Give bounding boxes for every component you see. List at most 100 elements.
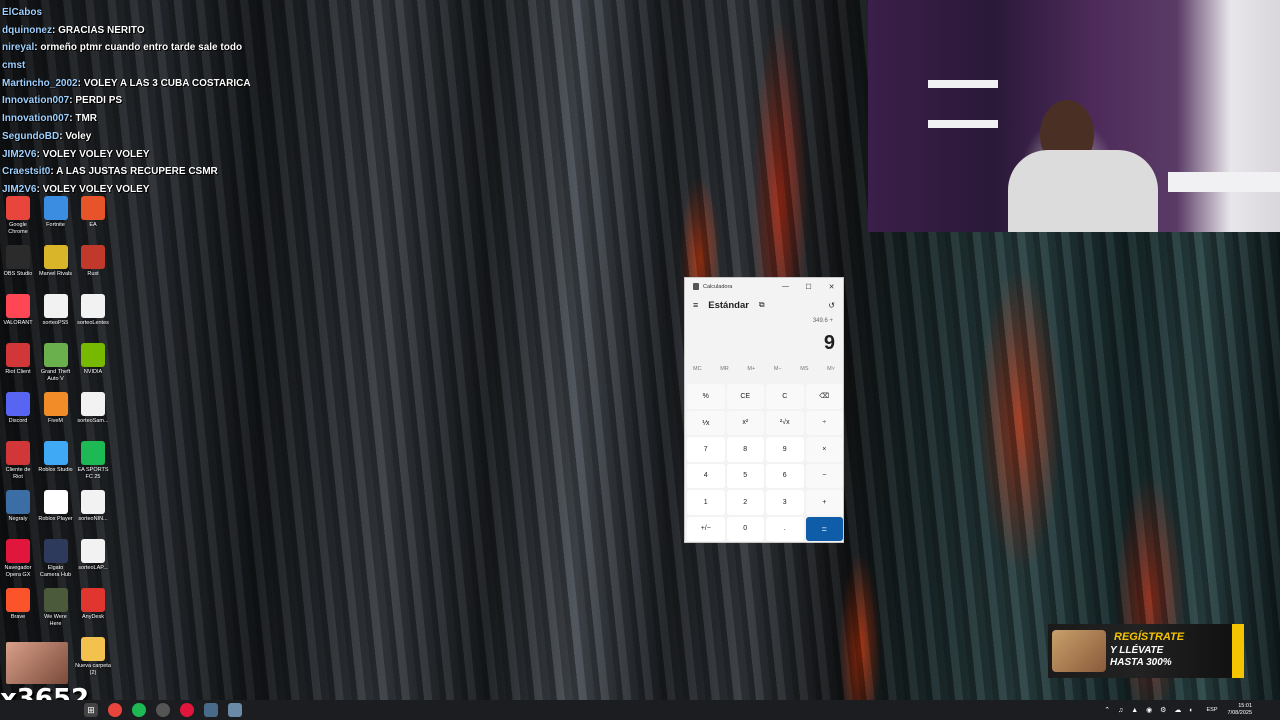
desktop-icon[interactable]: FiveM (38, 392, 74, 425)
memory-button[interactable]: M− (774, 366, 782, 378)
calculator-key[interactable]: 4 (687, 463, 725, 488)
calculator-keypad: % CE C ⌫ ⅟x x² ²√x ÷ 7 8 9 × 4 5 6− 1 2 3 + +/− 0. = (685, 378, 843, 541)
chat-message: nireyal: ormeño ptmr cuando entro tarde … (2, 39, 262, 57)
calculator-key[interactable]: +/− (687, 516, 725, 541)
desktop-icon[interactable]: Roblox Studio (38, 441, 74, 474)
calculator-key[interactable]: ⌫ (805, 384, 843, 409)
desktop-icon[interactable]: VALORANT (0, 294, 36, 327)
calculator-key[interactable]: ²√x (766, 410, 804, 435)
hamburger-menu-icon[interactable]: ≡ (693, 300, 698, 310)
promo-banner[interactable]: REGÍSTRATE Y LLÉVATE HASTA 300% (1048, 624, 1244, 678)
desktop-icon[interactable]: OBS Studio (0, 245, 36, 278)
desktop-icon[interactable]: Elgato Camera Hub (38, 539, 74, 579)
window-title: Calculadora (703, 283, 733, 290)
memory-button[interactable]: MS (800, 366, 808, 378)
desktop-icon[interactable]: Navegador Opera GX (0, 539, 36, 579)
desktop-icon-label: sorteoPS5 (42, 320, 69, 326)
desktop-icon[interactable]: Negraly (0, 490, 36, 523)
calculator-expression: 349.6 + (812, 318, 833, 324)
equals-button[interactable]: = (805, 516, 843, 541)
tray-icons[interactable]: ⌃ ♫ ▲ ◉ ⚙ ☁ ◐ (1104, 706, 1196, 714)
desktop-icon[interactable]: sorteoNIN... (75, 490, 111, 523)
calculator-window[interactable]: Calculadora — ☐ ✕ ≡ Estándar ⧉ ↺ 349.6 +… (684, 277, 844, 543)
desktop-icon[interactable]: Fortnite (38, 196, 74, 229)
desktop-icon[interactable]: EA SPORTS FC 25 (75, 441, 111, 481)
desktop-icon[interactable]: Riot Client (0, 343, 36, 376)
chat-message: SegundoBD: Voley (2, 128, 262, 146)
start-icon[interactable]: ⊞ (84, 703, 98, 717)
calculator-key[interactable]: CE (726, 384, 764, 409)
calculator-key[interactable]: 9 (766, 437, 804, 462)
desktop-icon[interactable]: Google Chrome (0, 196, 36, 236)
calculator-key[interactable]: % (687, 384, 725, 409)
desktop-icon[interactable]: Rust (75, 245, 111, 278)
keep-on-top-icon[interactable]: ⧉ (759, 300, 765, 310)
calculator-titlebar[interactable]: Calculadora — ☐ ✕ (685, 278, 843, 295)
promo-line-2: Y LLÉVATE (1110, 645, 1164, 656)
calculator-taskbar-icon[interactable] (204, 703, 218, 717)
desktop-icon-label: Rust (87, 271, 99, 277)
desktop-icon[interactable]: Marvel Rivals (38, 245, 74, 278)
desktop-icon[interactable]: AnyDesk (75, 588, 111, 621)
desktop-icon[interactable]: Discord (0, 392, 36, 425)
close-icon[interactable]: ✕ (820, 283, 843, 291)
desktop-icon[interactable]: NVIDIA (75, 343, 111, 376)
calculator-key[interactable]: 8 (726, 437, 764, 462)
opera-taskbar-icon[interactable] (180, 703, 194, 717)
calculator-key[interactable]: 2 (726, 490, 764, 515)
calculator-mode-title: Estándar (708, 299, 749, 311)
desktop-icon-label: sorteoSam... (77, 418, 109, 424)
calculator-key[interactable]: × (805, 437, 843, 462)
memory-button[interactable]: MC (693, 366, 702, 378)
chat-username: nireyal (2, 42, 35, 54)
calculator-key[interactable]: 6 (766, 463, 804, 488)
maximize-icon[interactable]: ☐ (797, 283, 820, 291)
desktop-icon[interactable]: Roblox Player (38, 490, 74, 523)
calculator-key[interactable]: x² (726, 410, 764, 435)
chat-username: cmst (2, 60, 26, 72)
language-indicator[interactable]: ESP (1207, 707, 1218, 713)
chat-username: Innovation007 (2, 113, 70, 125)
history-icon[interactable]: ↺ (828, 301, 835, 310)
app-icon (43, 588, 68, 612)
clock[interactable]: 15:01 7/08/2025 (1228, 703, 1252, 717)
calculator-key[interactable]: 1 (687, 490, 725, 515)
calculator-key[interactable]: ÷ (805, 410, 843, 435)
stream-chat: ElCabos dquinonez: GRACIAS NERITO nireyal:… (2, 4, 262, 199)
calculator-key[interactable]: 7 (687, 437, 725, 462)
spotify-taskbar-icon[interactable] (132, 703, 146, 717)
app-taskbar-icon[interactable] (228, 703, 242, 717)
desktop-icon[interactable]: sorteoPS5 (38, 294, 74, 327)
calculator-key[interactable]: 0 (726, 516, 764, 541)
chat-message: JIM2V6: VOLEY VOLEY VOLEY (2, 146, 262, 164)
chrome-taskbar-icon[interactable] (108, 703, 122, 717)
calculator-key[interactable]: − (805, 463, 843, 488)
calculator-key[interactable]: . (766, 516, 804, 541)
desktop-icon[interactable]: Brave (0, 588, 36, 621)
desktop-icon[interactable]: Cliente de Riot (0, 441, 36, 481)
desktop-icon[interactable]: sorteoSam... (75, 392, 111, 425)
chat-text: : VOLEY VOLEY VOLEY (36, 148, 150, 160)
calculator-key[interactable]: + (805, 490, 843, 515)
desktop-icon[interactable]: sorteoLentes (75, 294, 111, 327)
memory-button[interactable]: M˅ (827, 366, 835, 378)
calculator-key[interactable]: C (766, 384, 804, 409)
reaction-cam-thumbnail (6, 642, 68, 684)
minimize-icon[interactable]: — (774, 283, 797, 290)
desktop-icon[interactable]: We Were Here (38, 588, 74, 628)
desktop-icon[interactable]: Nueva carpeta (2) (75, 637, 111, 677)
calculator-key[interactable]: ⅟x (687, 410, 725, 435)
calculator-key[interactable]: 3 (766, 490, 804, 515)
memory-button[interactable]: MR (720, 366, 729, 378)
obs-taskbar-icon[interactable] (156, 703, 170, 717)
calculator-key[interactable]: 5 (726, 463, 764, 488)
memory-button[interactable]: M+ (747, 366, 755, 378)
desktop-icon[interactable]: EA (75, 196, 111, 229)
desktop-icon[interactable]: Grand Theft Auto V (38, 343, 74, 383)
desktop-icon[interactable]: sorteoLAP... (75, 539, 111, 572)
desktop-icon-label: Brave (10, 614, 26, 620)
app-icon (81, 245, 105, 269)
desktop-icon-label: We Were Here (44, 614, 67, 627)
desktop-icon-label: Roblox Player (38, 516, 73, 522)
calculator-display: 9 (823, 332, 835, 354)
